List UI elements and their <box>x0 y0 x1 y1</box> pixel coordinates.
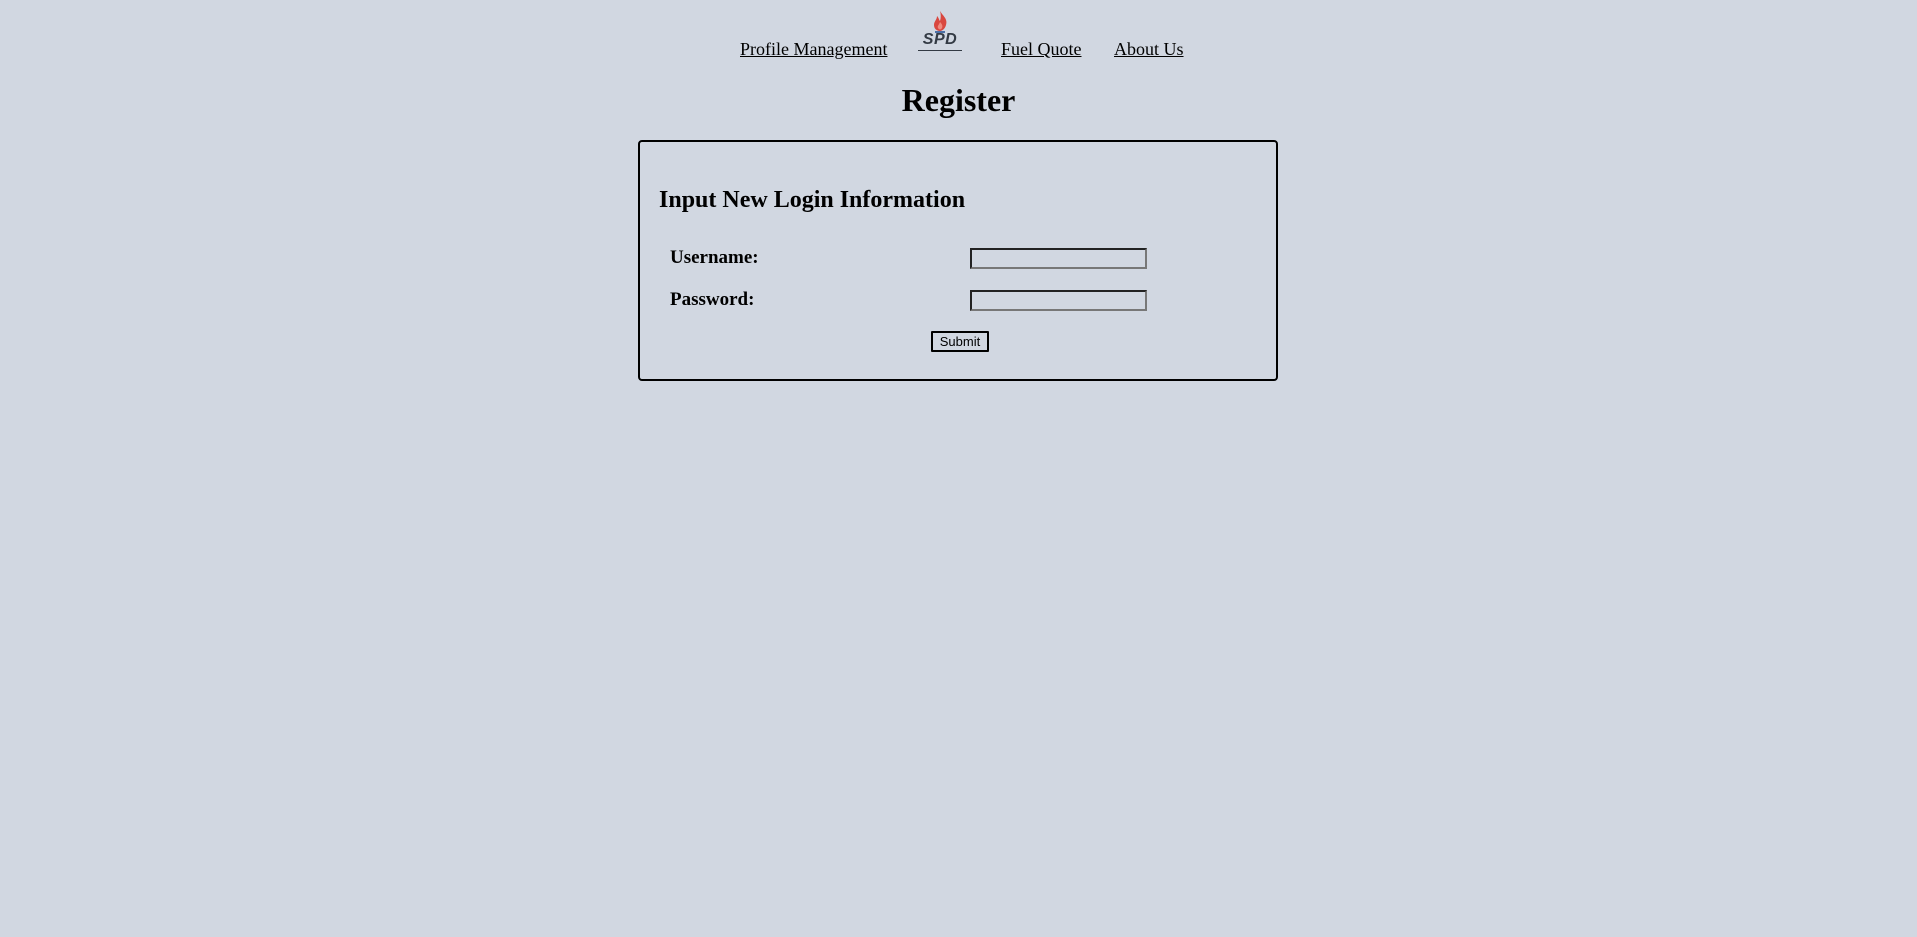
page-title: Register <box>901 82 1016 118</box>
nav-link-profile-management[interactable]: Profile Management <box>740 38 887 60</box>
submit-button[interactable]: Submit <box>931 331 989 352</box>
password-input[interactable] <box>970 290 1147 311</box>
password-label: Password: <box>670 289 755 310</box>
register-form: Input New Login Information Username: Pa… <box>638 140 1278 381</box>
logo-text: SPD <box>922 31 958 48</box>
nav-link-fuel-quote[interactable]: Fuel Quote <box>1001 38 1082 60</box>
nav-link-about-us[interactable]: About Us <box>1114 38 1184 60</box>
top-nav: Profile Management SPD Fuel Quote About … <box>0 10 1917 60</box>
form-heading: Input New Login Information <box>659 187 966 213</box>
username-input[interactable] <box>970 248 1147 269</box>
username-label: Username: <box>670 247 759 268</box>
register-page: Profile Management SPD Fuel Quote About … <box>0 0 1917 937</box>
logo-underline <box>918 50 962 51</box>
spd-logo[interactable]: SPD <box>916 10 964 56</box>
